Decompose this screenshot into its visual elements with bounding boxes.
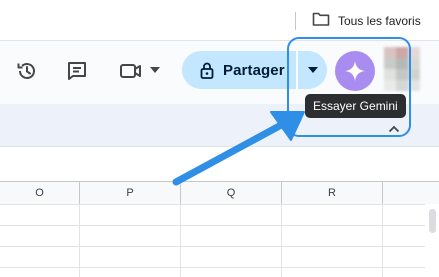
pointer-arrow-icon: [172, 111, 305, 186]
